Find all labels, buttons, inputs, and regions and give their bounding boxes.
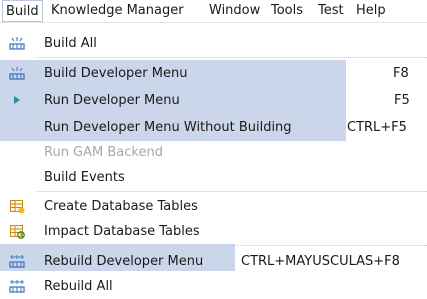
menu-item-run-developer-menu[interactable]: Run Developer Menu F5 <box>0 88 427 113</box>
build-menu-dropdown: Build All Build Developer Menu F8 Run De… <box>0 31 427 299</box>
menubar-item-build[interactable]: Build <box>2 0 43 22</box>
menu-item-build-events[interactable]: Build Events <box>0 165 427 190</box>
menu-item-label: Build All <box>44 36 97 51</box>
menu-item-label: Run GAM Backend <box>44 145 163 160</box>
menu-item-label: Run Developer Menu Without Building <box>44 120 292 135</box>
menu-item-run-gam-backend: Run GAM Backend <box>0 140 427 165</box>
build-icon <box>9 37 25 50</box>
menu-item-rebuild-all[interactable]: Rebuild All <box>0 274 427 299</box>
create-tables-icon <box>10 200 25 214</box>
menu-item-rebuild-developer-menu[interactable]: Rebuild Developer Menu CTRL+MAYUSCULAS+F… <box>0 249 427 274</box>
menubar-item-window[interactable]: Window <box>209 0 260 22</box>
menu-item-shortcut: CTRL+MAYUSCULAS+F8 <box>241 254 400 269</box>
menu-item-label: Build Developer Menu <box>44 66 188 81</box>
impact-tables-icon <box>10 225 25 239</box>
menu-item-shortcut: F8 <box>393 66 409 81</box>
menu-bar: Build Knowledge Manager Window Tools Tes… <box>0 0 427 23</box>
menu-item-label: Run Developer Menu <box>44 93 180 108</box>
menu-separator <box>36 57 427 58</box>
menubar-item-knowledge-manager[interactable]: Knowledge Manager <box>51 0 184 22</box>
menu-item-label: Rebuild All <box>44 279 113 294</box>
menu-item-label: Rebuild Developer Menu <box>44 254 204 269</box>
menu-item-impact-database-tables[interactable]: Impact Database Tables <box>0 219 427 244</box>
menu-separator <box>36 245 427 246</box>
rebuild-icon <box>9 280 25 293</box>
menu-item-build-all[interactable]: Build All <box>0 31 427 56</box>
menu-item-shortcut: F5 <box>394 93 410 108</box>
menu-item-build-developer-menu[interactable]: Build Developer Menu F8 <box>0 61 427 86</box>
run-icon <box>14 96 20 104</box>
menu-item-run-without-building[interactable]: Run Developer Menu Without Building CTRL… <box>0 115 427 140</box>
menu-item-create-database-tables[interactable]: Create Database Tables <box>0 194 427 219</box>
menubar-item-test[interactable]: Test <box>318 0 344 22</box>
menubar-item-help[interactable]: Help <box>356 0 386 22</box>
menubar-item-tools[interactable]: Tools <box>271 0 303 22</box>
menu-item-label: Impact Database Tables <box>44 224 200 239</box>
menu-item-label: Build Events <box>44 170 125 185</box>
menu-separator <box>36 191 427 192</box>
rebuild-icon <box>9 255 25 268</box>
build-icon <box>9 67 25 80</box>
menu-item-shortcut: CTRL+F5 <box>347 120 407 135</box>
menu-item-label: Create Database Tables <box>44 199 198 214</box>
